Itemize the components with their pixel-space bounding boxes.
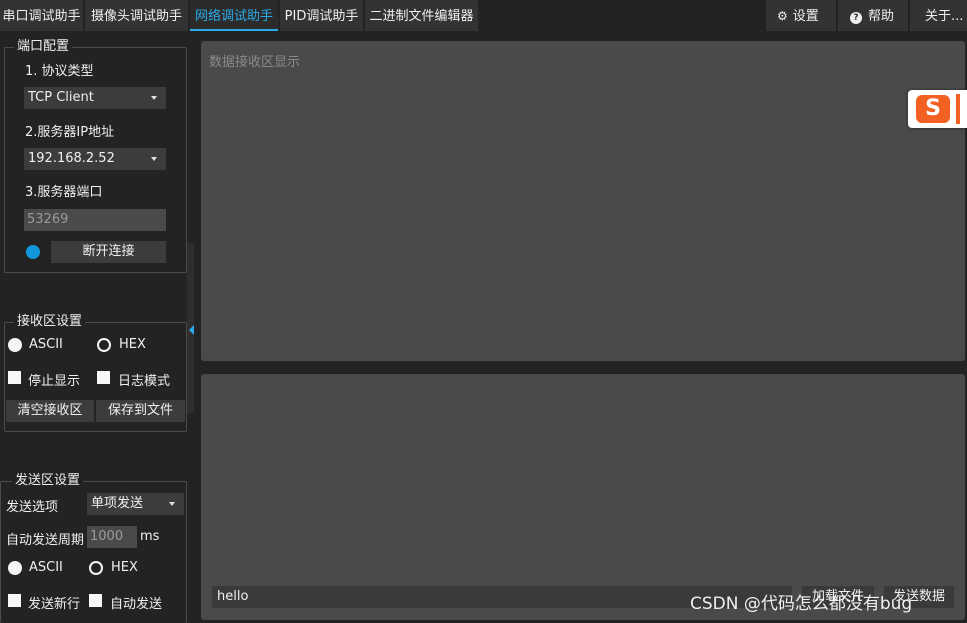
tab-camera-assistant[interactable]: 摄像头调试助手 (85, 0, 188, 31)
send-option-label: 发送选项 (6, 500, 59, 515)
receive-data-area[interactable]: 数据接收区显示 (201, 41, 965, 361)
receive-hex-radio[interactable] (97, 338, 111, 352)
log-mode-label: 日志模式 (118, 374, 171, 389)
send-settings-title: 发送区设置 (12, 473, 84, 489)
server-ip-value: 192.168.2.52 (28, 151, 115, 166)
auto-send-checkbox[interactable] (89, 594, 102, 607)
receive-ascii-label: ASCII (29, 337, 63, 352)
settings-button[interactable]: ⚙ 设置 (766, 0, 836, 31)
protocol-type-value: TCP Client (28, 90, 94, 105)
send-newline-label: 发送新行 (28, 597, 81, 612)
auto-period-unit: ms (140, 529, 160, 544)
receive-settings-group: 接收区设置 ASCII HEX 停止显示 日志模式 清空接收区 保存到文件 (4, 314, 187, 432)
port-config-title: 端口配置 (14, 39, 73, 55)
settings-label: 设置 (792, 9, 819, 24)
send-newline-checkbox[interactable] (8, 594, 21, 607)
disconnect-button[interactable]: 断开连接 (51, 241, 166, 263)
clear-receive-button[interactable]: 清空接收区 (6, 400, 94, 422)
chevron-down-icon (151, 96, 157, 100)
port-config-group: 端口配置 1. 协议类型 TCP Client 2.服务器IP地址 192.16… (4, 39, 187, 273)
send-hex-radio[interactable] (89, 561, 103, 575)
send-ascii-label: ASCII (29, 560, 63, 575)
server-ip-label: 2.服务器IP地址 (25, 125, 115, 140)
chevron-down-icon (169, 502, 175, 506)
receive-ascii-radio[interactable] (8, 338, 22, 352)
csdn-watermark: CSDN @代码怎么都没有bug (690, 594, 913, 614)
send-option-value: 单项发送 (91, 496, 144, 511)
collapse-arrow-icon[interactable] (189, 325, 194, 335)
auto-period-label: 自动发送周期 (6, 533, 85, 548)
help-icon: ? (850, 12, 862, 24)
stop-display-label: 停止显示 (28, 374, 81, 389)
server-port-label: 3.服务器端口 (25, 185, 103, 200)
receive-hex-label: HEX (119, 337, 146, 352)
protocol-type-select[interactable]: TCP Client (24, 87, 166, 109)
tab-pid-assistant[interactable]: PID调试助手 (280, 0, 363, 31)
gear-icon: ⚙ (777, 9, 788, 23)
receive-settings-title: 接收区设置 (14, 314, 86, 330)
ime-stripe (956, 94, 960, 124)
help-label: 帮助 (868, 9, 895, 24)
sogou-s-icon: S (916, 95, 950, 123)
auto-send-label: 自动发送 (110, 597, 163, 612)
top-tab-bar: 串口调试助手 摄像头调试助手 网络调试助手 PID调试助手 二进制文件编辑器 ⚙… (0, 0, 967, 33)
send-data-area[interactable]: hello 加载文件 发送数据 (201, 374, 965, 620)
send-settings-group: 发送区设置 发送选项 单项发送 自动发送周期 1000 ms ASCII HEX… (0, 473, 187, 623)
tab-binary-editor[interactable]: 二进制文件编辑器 (365, 0, 478, 31)
save-to-file-button[interactable]: 保存到文件 (96, 400, 185, 422)
tab-serial-assistant[interactable]: 串口调试助手 (0, 0, 83, 31)
help-button[interactable]: ? 帮助 (838, 0, 908, 31)
chevron-down-icon (151, 157, 157, 161)
auto-period-input[interactable]: 1000 (87, 526, 137, 548)
stop-display-checkbox[interactable] (8, 371, 21, 384)
server-port-input[interactable]: 53269 (24, 209, 166, 231)
about-button[interactable]: 关于... (910, 0, 967, 31)
send-ascii-radio[interactable] (8, 561, 22, 575)
server-ip-select[interactable]: 192.168.2.52 (24, 148, 166, 170)
connection-status-indicator (26, 245, 40, 259)
tab-network-assistant[interactable]: 网络调试助手 (190, 0, 278, 31)
protocol-type-label: 1. 协议类型 (25, 64, 94, 79)
ime-floating-logo[interactable]: S (908, 90, 967, 128)
receive-area-placeholder: 数据接收区显示 (209, 55, 301, 70)
send-option-select[interactable]: 单项发送 (87, 493, 184, 515)
log-mode-checkbox[interactable] (97, 371, 110, 384)
send-hex-label: HEX (111, 560, 138, 575)
